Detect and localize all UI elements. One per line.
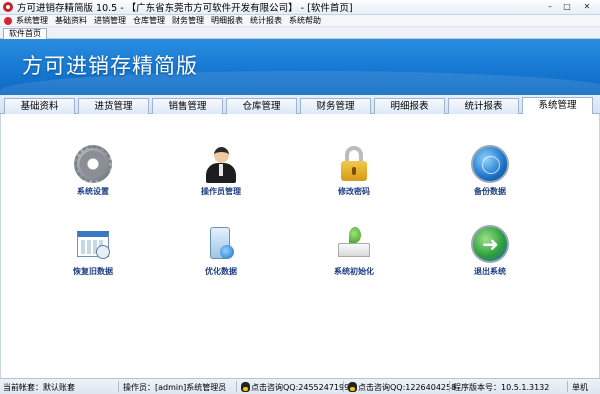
main-panel: 系统设置 操作员管理 修改密码 备份数据 恢复旧数据 优化数据 系统初始化 ➜ … <box>0 114 600 378</box>
tab-detail-report[interactable]: 明细报表 <box>374 98 445 114</box>
globe-icon <box>471 145 509 183</box>
menu-purchase-sales[interactable]: 进销管理 <box>94 15 126 26</box>
operator-icon <box>202 145 240 183</box>
tile-optimize-data[interactable]: 优化数据 <box>176 225 266 277</box>
menu-system[interactable]: 系统管理 <box>16 15 48 26</box>
tab-system-management[interactable]: 系统管理 <box>522 97 593 114</box>
window-title: 方可进销存精简版 10.5 - 【广东省东莞市方可软件开发有限公司】 - [软件… <box>17 3 353 14</box>
device-globe-icon <box>202 225 240 263</box>
menu-basic-data[interactable]: 基础资料 <box>55 15 87 26</box>
tab-finance[interactable]: 财务管理 <box>300 98 371 114</box>
qq-penguin-icon <box>241 382 250 392</box>
status-divider <box>118 381 119 392</box>
menu-help[interactable]: 系统帮助 <box>289 15 321 26</box>
status-account: 当前帐套：默认账套 <box>3 383 75 392</box>
tile-label: 系统设置 <box>77 187 109 196</box>
menu-bar: 系统管理 基础资料 进销管理 仓库管理 财务管理 明细报表 统计报表 系统帮助 <box>0 15 600 27</box>
tile-exit-system[interactable]: 退出系统 <box>445 225 535 277</box>
menu-warehouse[interactable]: 仓库管理 <box>133 15 165 26</box>
tab-stat-report[interactable]: 统计报表 <box>448 98 519 114</box>
tile-change-password[interactable]: 修改密码 <box>309 145 399 197</box>
book-sprout-icon <box>335 225 373 263</box>
status-divider <box>449 381 450 392</box>
status-qq-text-1: 点击咨询QQ:2455247199 <box>251 383 350 392</box>
status-divider <box>236 381 237 392</box>
tile-label: 备份数据 <box>474 187 506 196</box>
tile-restore-data[interactable]: 恢复旧数据 <box>48 225 138 277</box>
tile-label: 优化数据 <box>205 267 237 276</box>
minimize-button[interactable]: – <box>542 1 558 13</box>
status-divider <box>567 381 568 392</box>
tile-backup-data[interactable]: 备份数据 <box>445 145 535 197</box>
menu-stat-report[interactable]: 统计报表 <box>250 15 282 26</box>
gear-icon <box>74 145 112 183</box>
exit-icon <box>471 225 509 263</box>
lock-icon <box>335 145 373 183</box>
calendar-clock-icon <box>74 225 112 263</box>
tile-label: 修改密码 <box>338 187 370 196</box>
status-mode: 单机 <box>572 383 588 392</box>
menu-detail-report[interactable]: 明细报表 <box>211 15 243 26</box>
tile-label: 系统初始化 <box>334 267 374 276</box>
tile-label: 恢复旧数据 <box>73 267 113 276</box>
document-tab-strip: 软件首页 <box>0 27 600 39</box>
tab-sales[interactable]: 销售管理 <box>152 98 223 114</box>
window-controls: – □ ✕ <box>542 1 598 13</box>
doc-tab-home[interactable]: 软件首页 <box>3 28 47 39</box>
status-operator: 操作员：[admin]系统管理员 <box>123 383 227 392</box>
banner-title: 方可进销存精简版 <box>22 54 198 78</box>
menu-finance[interactable]: 财务管理 <box>172 15 204 26</box>
tile-system-init[interactable]: 系统初始化 <box>309 225 399 277</box>
menu-logo-icon <box>4 16 12 25</box>
tile-operator-management[interactable]: 操作员管理 <box>176 145 266 197</box>
status-qq-link-1[interactable]: 点击咨询QQ:2455247199 <box>241 382 349 393</box>
tile-label: 退出系统 <box>474 267 506 276</box>
tab-basic-data[interactable]: 基础资料 <box>4 98 75 114</box>
banner: 方可进销存精简版 <box>0 39 600 95</box>
tab-warehouse[interactable]: 仓库管理 <box>226 98 297 114</box>
tab-purchase[interactable]: 进货管理 <box>78 98 149 114</box>
status-version: 程序版本号：10.5.1.3132 <box>453 383 550 392</box>
status-bar: 当前帐套：默认账套 操作员：[admin]系统管理员 点击咨询QQ:245524… <box>0 378 600 394</box>
maximize-button[interactable]: □ <box>559 1 575 13</box>
status-divider <box>343 381 344 392</box>
tile-label: 操作员管理 <box>201 187 241 196</box>
qq-penguin-icon <box>348 382 357 392</box>
status-qq-text-2: 点击咨询QQ:1226404258 <box>358 383 457 392</box>
close-button[interactable]: ✕ <box>576 1 598 13</box>
module-tabs: 基础资料 进货管理 销售管理 仓库管理 财务管理 明细报表 统计报表 系统管理 <box>0 95 600 114</box>
tile-system-settings[interactable]: 系统设置 <box>48 145 138 197</box>
status-qq-link-2[interactable]: 点击咨询QQ:1226404258 <box>348 382 456 393</box>
app-logo-icon <box>3 2 13 12</box>
title-bar: 方可进销存精简版 10.5 - 【广东省东莞市方可软件开发有限公司】 - [软件… <box>0 0 600 15</box>
